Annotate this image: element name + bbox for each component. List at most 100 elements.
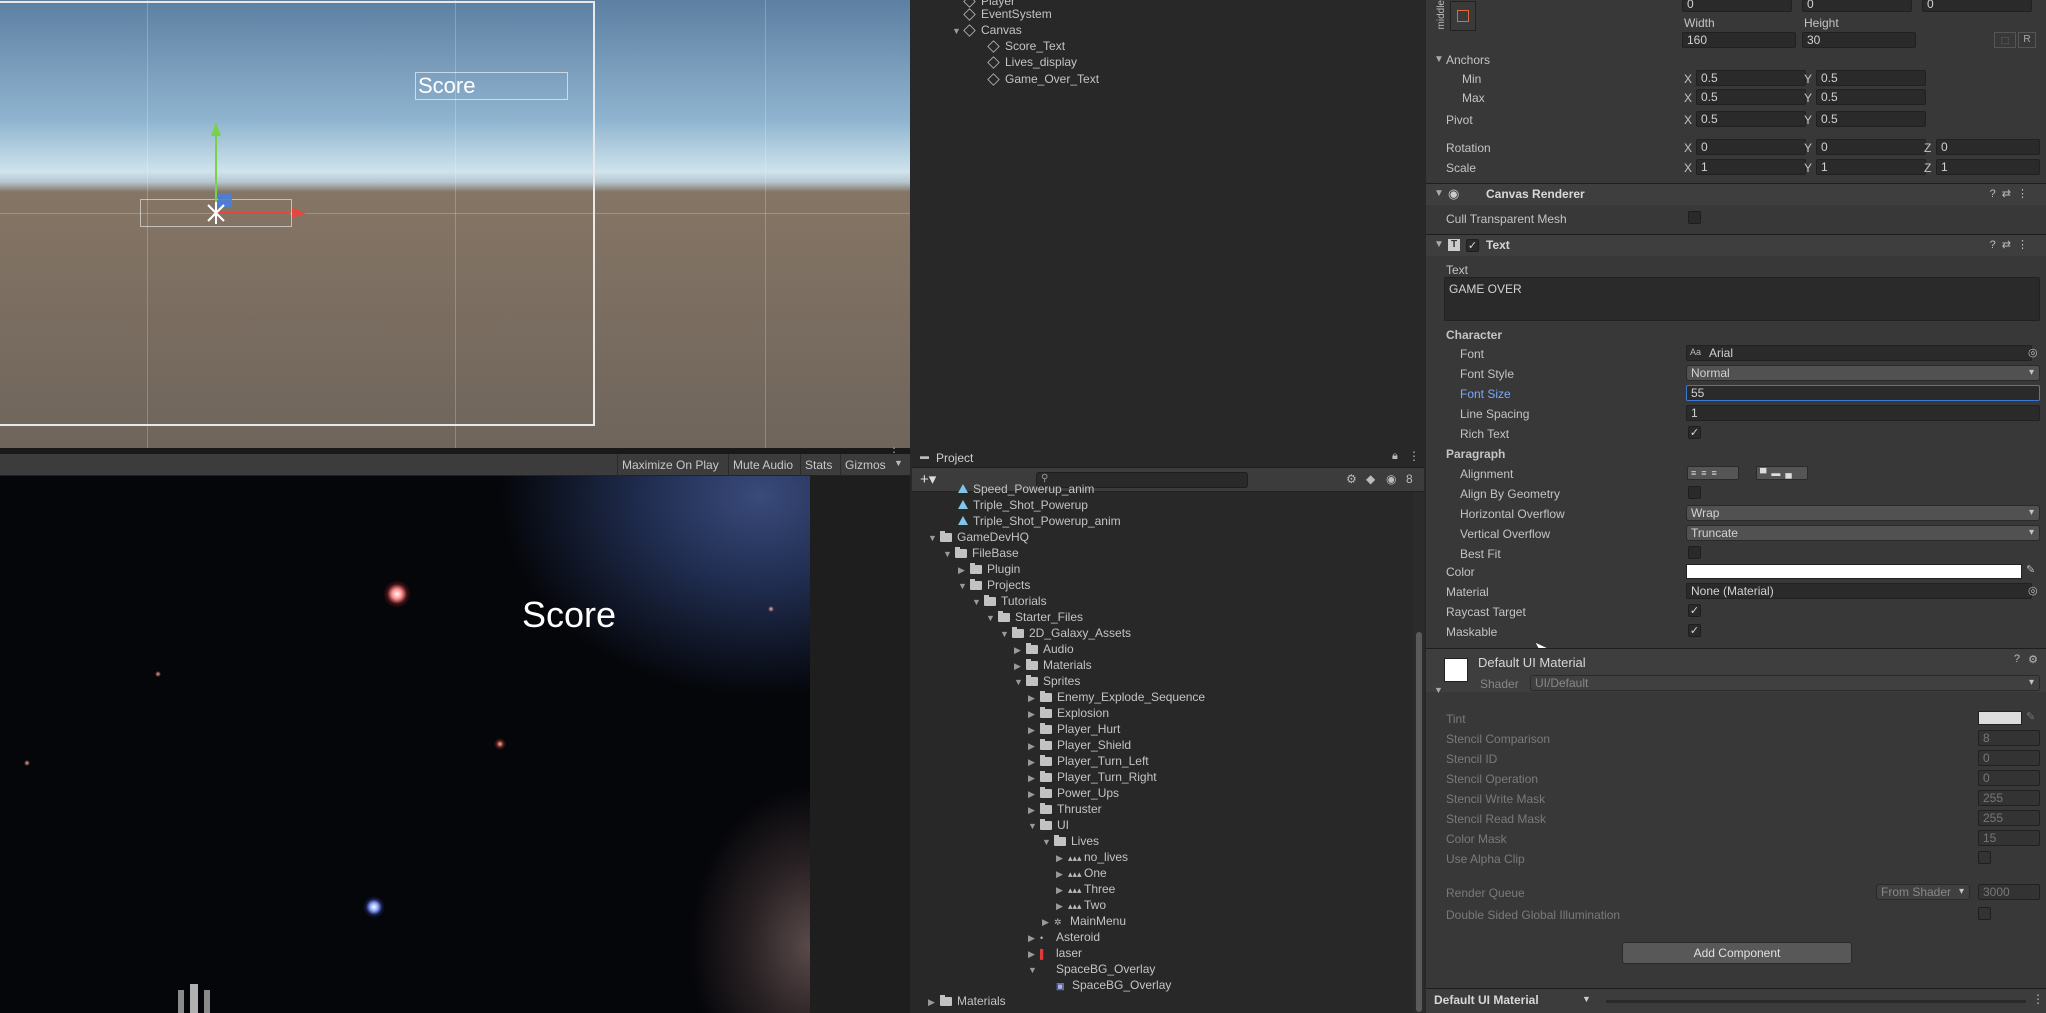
xy-plane-handle[interactable]	[218, 193, 232, 207]
project-folder[interactable]: ▼ GameDevHQ	[928, 529, 1029, 545]
hidden-packages-icon[interactable]: ◉	[1386, 472, 1396, 486]
mute-audio-button[interactable]: Mute Audio	[728, 454, 797, 476]
rotation-z-field[interactable]: 0	[1936, 139, 2040, 155]
align-geometry-checkbox[interactable]	[1688, 486, 1701, 499]
vertical-overflow-dropdown[interactable]: Truncate	[1686, 525, 2040, 541]
project-folder[interactable]: ▶ Explosion	[1028, 705, 1109, 721]
expand-arrow-icon[interactable]: ▶	[1028, 946, 1038, 962]
component-menu-icons[interactable]: ?⇄⋮	[1990, 238, 2034, 251]
game-view[interactable]: Score	[0, 476, 910, 1013]
eyedropper-icon[interactable]: ✎	[2026, 710, 2035, 723]
project-item[interactable]: ▶ ▌ laser	[1028, 945, 1082, 961]
stats-button[interactable]: Stats	[800, 454, 836, 476]
blueprint-mode-button[interactable]: ⬚	[1994, 32, 2016, 48]
project-folder[interactable]: ▼ FileBase	[943, 545, 1019, 561]
project-item[interactable]: ▼ SpaceBG_Overlay	[1028, 961, 1155, 977]
expand-arrow-icon[interactable]: ▶	[1056, 850, 1066, 866]
anchor-max-y-field[interactable]: 0.5	[1816, 89, 1926, 105]
project-folder[interactable]: ▶ Plugin	[958, 561, 1020, 577]
height-field[interactable]: 30	[1802, 32, 1916, 48]
x-arrow-icon[interactable]	[292, 208, 306, 218]
expand-arrow-icon[interactable]: ▼	[972, 594, 982, 610]
expand-arrow-icon[interactable]: ▼	[986, 610, 996, 626]
expand-arrow-icon[interactable]: ▶	[1028, 754, 1038, 770]
expand-arrow-icon[interactable]: ▶	[1028, 738, 1038, 754]
project-folder[interactable]: ▶ Thruster	[1028, 801, 1102, 817]
expand-arrow-icon[interactable]: ▼	[928, 530, 938, 546]
kebab-menu-icon[interactable]: ⋮	[1408, 449, 1420, 463]
shader-dropdown[interactable]: UI/Default	[1530, 675, 2040, 691]
project-folder[interactable]: ▼ Starter_Files	[986, 609, 1083, 625]
stencil-comparison-field[interactable]: 8	[1978, 730, 2040, 746]
render-queue-field[interactable]: 3000	[1978, 884, 2040, 900]
project-folder[interactable]: ▼ 2D_Galaxy_Assets	[1000, 625, 1131, 641]
expand-arrow-icon[interactable]: ▶	[928, 994, 938, 1010]
anchor-min-x-field[interactable]: 0.5	[1696, 70, 1806, 86]
project-folder[interactable]: ▶ Materials	[928, 993, 1006, 1009]
expand-arrow-icon[interactable]: ▶	[1028, 706, 1038, 722]
project-item[interactable]: ▶ • Asteroid	[1028, 929, 1100, 945]
gear-icon[interactable]: ⚙	[2028, 653, 2038, 666]
scrollbar-thumb[interactable]	[1416, 632, 1422, 1012]
scene-view[interactable]: Score	[0, 0, 910, 448]
move-gizmo[interactable]	[150, 118, 310, 228]
render-queue-mode-dropdown[interactable]: From Shader	[1876, 884, 1970, 900]
scene-score-text[interactable]: Score	[415, 72, 568, 100]
project-item[interactable]: ▶ ▴▴▴ no_lives	[1056, 849, 1128, 865]
font-field[interactable]: Arial	[1686, 345, 2032, 361]
y-arrow-icon[interactable]	[211, 122, 221, 136]
project-folder[interactable]: ▶ Player_Turn_Right	[1028, 769, 1157, 785]
best-fit-checkbox[interactable]	[1688, 546, 1701, 559]
expand-arrow-icon[interactable]: ▶	[1014, 658, 1024, 674]
filter-type-icon[interactable]: ⚙	[1346, 472, 1357, 486]
pivot-x-field[interactable]: 0.5	[1696, 111, 1806, 127]
project-item[interactable]: ▶ ▴▴▴ One	[1056, 865, 1107, 881]
color-mask-field[interactable]: 15	[1978, 830, 2040, 846]
horizontal-align-buttons[interactable]: ≡≡≡	[1687, 466, 1739, 480]
hierarchy-item-lives-display[interactable]: Lives_display	[987, 54, 1077, 70]
hierarchy-item-canvas[interactable]: ▼ Canvas	[952, 22, 1022, 38]
text-component-header[interactable]: ▼ T ✓ Text ?⇄⋮	[1426, 234, 2046, 256]
pos-x-field[interactable]: 0	[1682, 0, 1792, 12]
stencil-write-mask-field[interactable]: 255	[1978, 790, 2040, 806]
hierarchy-item-score-text[interactable]: Score_Text	[987, 38, 1065, 54]
tint-swatch[interactable]	[1978, 711, 2022, 725]
expand-arrow-icon[interactable]: ▶	[958, 562, 968, 578]
rotation-y-field[interactable]: 0	[1816, 139, 1926, 155]
project-folder[interactable]: ▶ Materials	[1014, 657, 1092, 673]
expand-arrow-icon[interactable]: ▼	[1014, 674, 1024, 690]
project-folder[interactable]: ▼ Projects	[958, 577, 1030, 593]
lock-icon[interactable]: 🔒︎	[1392, 450, 1398, 463]
line-spacing-field[interactable]: 1	[1686, 405, 2040, 421]
help-icon[interactable]: ?	[2014, 653, 2020, 665]
project-folder[interactable]: ▼ UI	[1028, 817, 1069, 833]
pos-z-field[interactable]: 0	[1922, 0, 2032, 12]
color-swatch[interactable]	[1686, 564, 2022, 579]
text-enabled-checkbox[interactable]: ✓	[1466, 239, 1479, 252]
expand-arrow-icon[interactable]: ▶	[1028, 930, 1038, 946]
scale-z-field[interactable]: 1	[1936, 159, 2040, 175]
component-menu-icons[interactable]: ?⇄⋮	[1990, 187, 2034, 200]
width-field[interactable]: 160	[1682, 32, 1796, 48]
anchor-preset-icon[interactable]	[1450, 1, 1476, 31]
maximize-on-play-button[interactable]: Maximize On Play	[617, 454, 723, 476]
pivot-y-field[interactable]: 0.5	[1816, 111, 1926, 127]
project-tab[interactable]: Project	[936, 451, 973, 465]
chevron-down-icon[interactable]: ▼	[1434, 54, 1444, 65]
expand-arrow-icon[interactable]: ▶	[1028, 722, 1038, 738]
raw-edit-button[interactable]: R	[2018, 32, 2036, 48]
eyedropper-icon[interactable]: ✎	[2026, 563, 2035, 576]
chevron-down-icon[interactable]: ▼	[1434, 239, 1444, 250]
expand-arrow-icon[interactable]: ▶	[1028, 802, 1038, 818]
scale-x-field[interactable]: 1	[1696, 159, 1806, 175]
raycast-target-checkbox[interactable]: ✓	[1688, 604, 1701, 617]
chevron-down-icon[interactable]: ▼	[1434, 188, 1444, 199]
canvas-renderer-header[interactable]: ▼ ◉ Canvas Renderer ?⇄⋮	[1426, 183, 2046, 205]
stencil-read-mask-field[interactable]: 255	[1978, 810, 2040, 826]
create-plus-button[interactable]: +▾	[920, 470, 936, 488]
expand-arrow-icon[interactable]: ▶	[1028, 690, 1038, 706]
expand-arrow-icon[interactable]: ▼	[958, 578, 968, 594]
rotation-x-field[interactable]: 0	[1696, 139, 1806, 155]
project-folder[interactable]: ▶ Enemy_Explode_Sequence	[1028, 689, 1205, 705]
project-folder[interactable]: ▶ Audio	[1014, 641, 1074, 657]
